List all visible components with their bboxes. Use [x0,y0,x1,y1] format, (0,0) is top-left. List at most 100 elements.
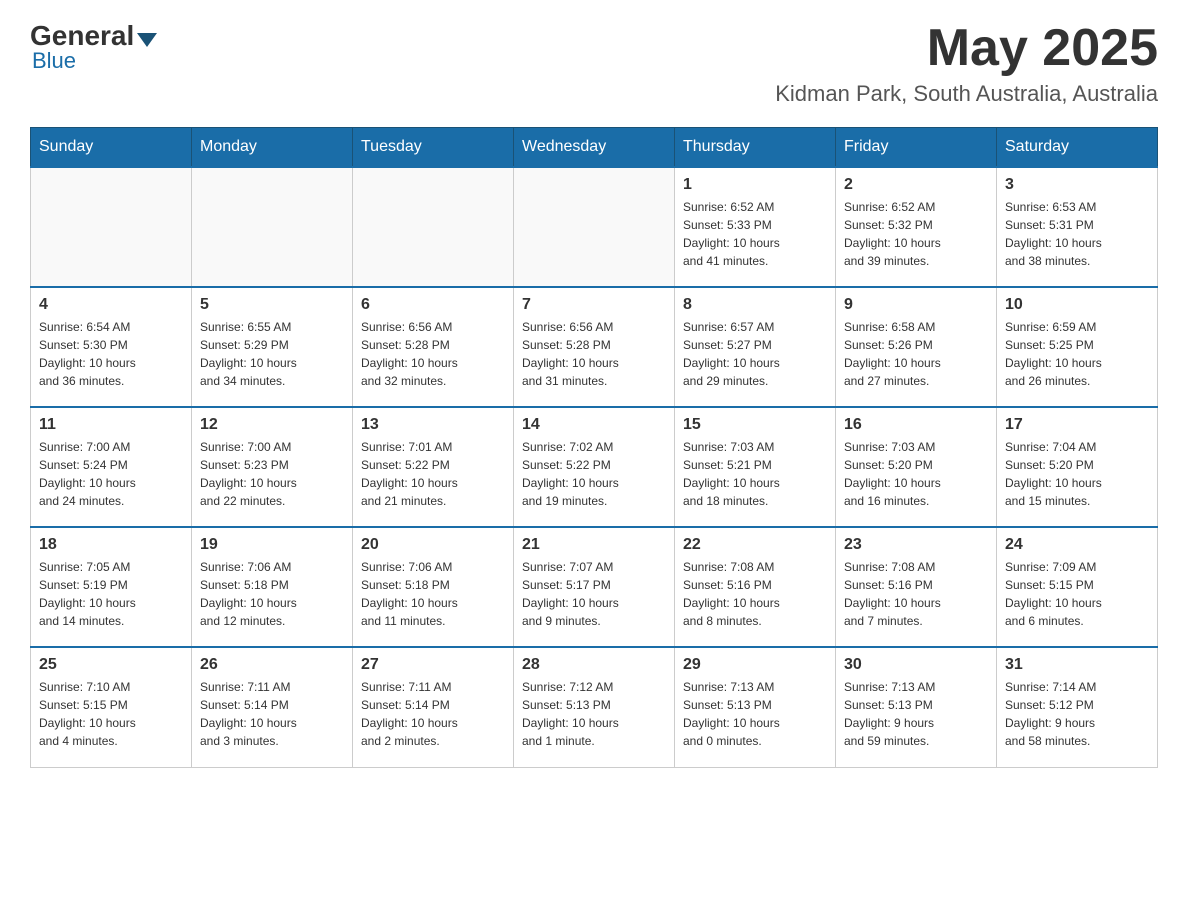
day-info: Sunrise: 7:03 AMSunset: 5:21 PMDaylight:… [683,438,827,510]
calendar-cell: 5 Sunrise: 6:55 AMSunset: 5:29 PMDaylight… [192,287,353,407]
weekday-header-tuesday: Tuesday [353,128,514,168]
day-info: Sunrise: 7:07 AMSunset: 5:17 PMDaylight:… [522,558,666,630]
day-info: Sunrise: 6:52 AMSunset: 5:32 PMDaylight:… [844,198,988,270]
day-info: Sunrise: 6:52 AMSunset: 5:33 PMDaylight:… [683,198,827,270]
day-info: Sunrise: 7:08 AMSunset: 5:16 PMDaylight:… [844,558,988,630]
day-info: Sunrise: 7:03 AMSunset: 5:20 PMDaylight:… [844,438,988,510]
day-number: 17 [1005,416,1149,434]
day-info: Sunrise: 7:00 AMSunset: 5:24 PMDaylight:… [39,438,183,510]
week-row-4: 18Sunrise: 7:05 AMSunset: 5:19 PMDayligh… [31,527,1158,647]
day-number: 29 [683,656,827,674]
day-number: 11 [39,416,183,434]
day-number: 1 [683,176,827,194]
day-number: 9 [844,296,988,314]
calendar-cell [192,167,353,287]
day-number: 30 [844,656,988,674]
logo-blue-text: Blue [32,48,76,74]
week-row-5: 25Sunrise: 7:10 AMSunset: 5:15 PMDayligh… [31,647,1158,767]
week-row-3: 11 Sunrise: 7:00 AMSunset: 5:24 PMDayligh… [31,407,1158,527]
day-info: Sunrise: 7:01 AMSunset: 5:22 PMDaylight:… [361,438,505,510]
day-info: Sunrise: 6:56 AMSunset: 5:28 PMDaylight:… [361,318,505,390]
calendar-cell: 29 Sunrise: 7:13 AMSunset: 5:13 PMDayligh… [675,647,836,767]
calendar-cell: 17 Sunrise: 7:04 AMSunset: 5:20 PMDayligh… [997,407,1158,527]
day-info: Sunrise: 7:09 AMSunset: 5:15 PMDaylight:… [1005,558,1149,630]
weekday-header-friday: Friday [836,128,997,168]
calendar-cell: 14Sunrise: 7:02 AMSunset: 5:22 PMDayligh… [514,407,675,527]
calendar-cell: 9 Sunrise: 6:58 AMSunset: 5:26 PMDaylight… [836,287,997,407]
month-title: May 2025 [775,20,1158,77]
week-row-1: 1 Sunrise: 6:52 AMSunset: 5:33 PMDaylight… [31,167,1158,287]
day-info: Sunrise: 7:02 AMSunset: 5:22 PMDaylight:… [522,438,666,510]
logo-arrow-icon [137,33,157,47]
day-info: Sunrise: 7:06 AMSunset: 5:18 PMDaylight:… [200,558,344,630]
day-number: 15 [683,416,827,434]
day-info: Sunrise: 7:11 AMSunset: 5:14 PMDaylight:… [200,678,344,750]
calendar-cell: 18Sunrise: 7:05 AMSunset: 5:19 PMDayligh… [31,527,192,647]
day-info: Sunrise: 6:54 AMSunset: 5:30 PMDaylight:… [39,318,183,390]
day-number: 26 [200,656,344,674]
day-number: 21 [522,536,666,554]
calendar-cell: 8 Sunrise: 6:57 AMSunset: 5:27 PMDaylight… [675,287,836,407]
day-info: Sunrise: 7:10 AMSunset: 5:15 PMDaylight:… [39,678,183,750]
day-number: 19 [200,536,344,554]
calendar-cell: 13 Sunrise: 7:01 AMSunset: 5:22 PMDayligh… [353,407,514,527]
day-number: 22 [683,536,827,554]
day-number: 3 [1005,176,1149,194]
day-number: 8 [683,296,827,314]
calendar-cell [31,167,192,287]
calendar-cell: 15 Sunrise: 7:03 AMSunset: 5:21 PMDayligh… [675,407,836,527]
day-info: Sunrise: 7:13 AMSunset: 5:13 PMDaylight:… [683,678,827,750]
day-number: 7 [522,296,666,314]
day-number: 6 [361,296,505,314]
day-number: 20 [361,536,505,554]
week-row-2: 4Sunrise: 6:54 AMSunset: 5:30 PMDaylight… [31,287,1158,407]
day-info: Sunrise: 6:53 AMSunset: 5:31 PMDaylight:… [1005,198,1149,270]
day-info: Sunrise: 7:11 AMSunset: 5:14 PMDaylight:… [361,678,505,750]
day-number: 27 [361,656,505,674]
calendar-cell: 24 Sunrise: 7:09 AMSunset: 5:15 PMDayligh… [997,527,1158,647]
calendar-cell: 23 Sunrise: 7:08 AMSunset: 5:16 PMDayligh… [836,527,997,647]
calendar-header-row: SundayMondayTuesdayWednesdayThursdayFrid… [31,128,1158,168]
day-number: 18 [39,536,183,554]
weekday-header-wednesday: Wednesday [514,128,675,168]
location-subtitle: Kidman Park, South Australia, Australia [775,81,1158,107]
calendar-cell: 16 Sunrise: 7:03 AMSunset: 5:20 PMDayligh… [836,407,997,527]
calendar-cell: 19 Sunrise: 7:06 AMSunset: 5:18 PMDayligh… [192,527,353,647]
title-area: May 2025 Kidman Park, South Australia, A… [775,20,1158,107]
calendar-cell: 30 Sunrise: 7:13 AMSunset: 5:13 PMDayligh… [836,647,997,767]
day-number: 12 [200,416,344,434]
day-info: Sunrise: 6:59 AMSunset: 5:25 PMDaylight:… [1005,318,1149,390]
day-number: 10 [1005,296,1149,314]
calendar-cell: 12Sunrise: 7:00 AMSunset: 5:23 PMDayligh… [192,407,353,527]
calendar-cell: 21 Sunrise: 7:07 AMSunset: 5:17 PMDayligh… [514,527,675,647]
day-number: 31 [1005,656,1149,674]
calendar-cell: 7Sunrise: 6:56 AMSunset: 5:28 PMDaylight… [514,287,675,407]
day-info: Sunrise: 7:04 AMSunset: 5:20 PMDaylight:… [1005,438,1149,510]
day-number: 2 [844,176,988,194]
calendar-cell: 22 Sunrise: 7:08 AMSunset: 5:16 PMDayligh… [675,527,836,647]
calendar-cell: 4Sunrise: 6:54 AMSunset: 5:30 PMDaylight… [31,287,192,407]
day-number: 13 [361,416,505,434]
weekday-header-monday: Monday [192,128,353,168]
day-info: Sunrise: 6:57 AMSunset: 5:27 PMDaylight:… [683,318,827,390]
calendar-cell: 11 Sunrise: 7:00 AMSunset: 5:24 PMDayligh… [31,407,192,527]
day-number: 16 [844,416,988,434]
day-number: 5 [200,296,344,314]
day-number: 23 [844,536,988,554]
calendar-cell: 20Sunrise: 7:06 AMSunset: 5:18 PMDayligh… [353,527,514,647]
day-info: Sunrise: 7:08 AMSunset: 5:16 PMDaylight:… [683,558,827,630]
weekday-header-sunday: Sunday [31,128,192,168]
calendar-cell: 10 Sunrise: 6:59 AMSunset: 5:25 PMDayligh… [997,287,1158,407]
day-number: 24 [1005,536,1149,554]
day-info: Sunrise: 6:58 AMSunset: 5:26 PMDaylight:… [844,318,988,390]
calendar-table: SundayMondayTuesdayWednesdayThursdayFrid… [30,127,1158,768]
page-header: General Blue May 2025 Kidman Park, South… [30,20,1158,107]
calendar-cell: 25Sunrise: 7:10 AMSunset: 5:15 PMDayligh… [31,647,192,767]
day-info: Sunrise: 6:55 AMSunset: 5:29 PMDaylight:… [200,318,344,390]
calendar-cell: 2 Sunrise: 6:52 AMSunset: 5:32 PMDaylight… [836,167,997,287]
calendar-cell: 26 Sunrise: 7:11 AMSunset: 5:14 PMDayligh… [192,647,353,767]
weekday-header-saturday: Saturday [997,128,1158,168]
day-info: Sunrise: 7:13 AMSunset: 5:13 PMDaylight:… [844,678,988,750]
calendar-cell: 31Sunrise: 7:14 AMSunset: 5:12 PMDayligh… [997,647,1158,767]
day-info: Sunrise: 7:12 AMSunset: 5:13 PMDaylight:… [522,678,666,750]
